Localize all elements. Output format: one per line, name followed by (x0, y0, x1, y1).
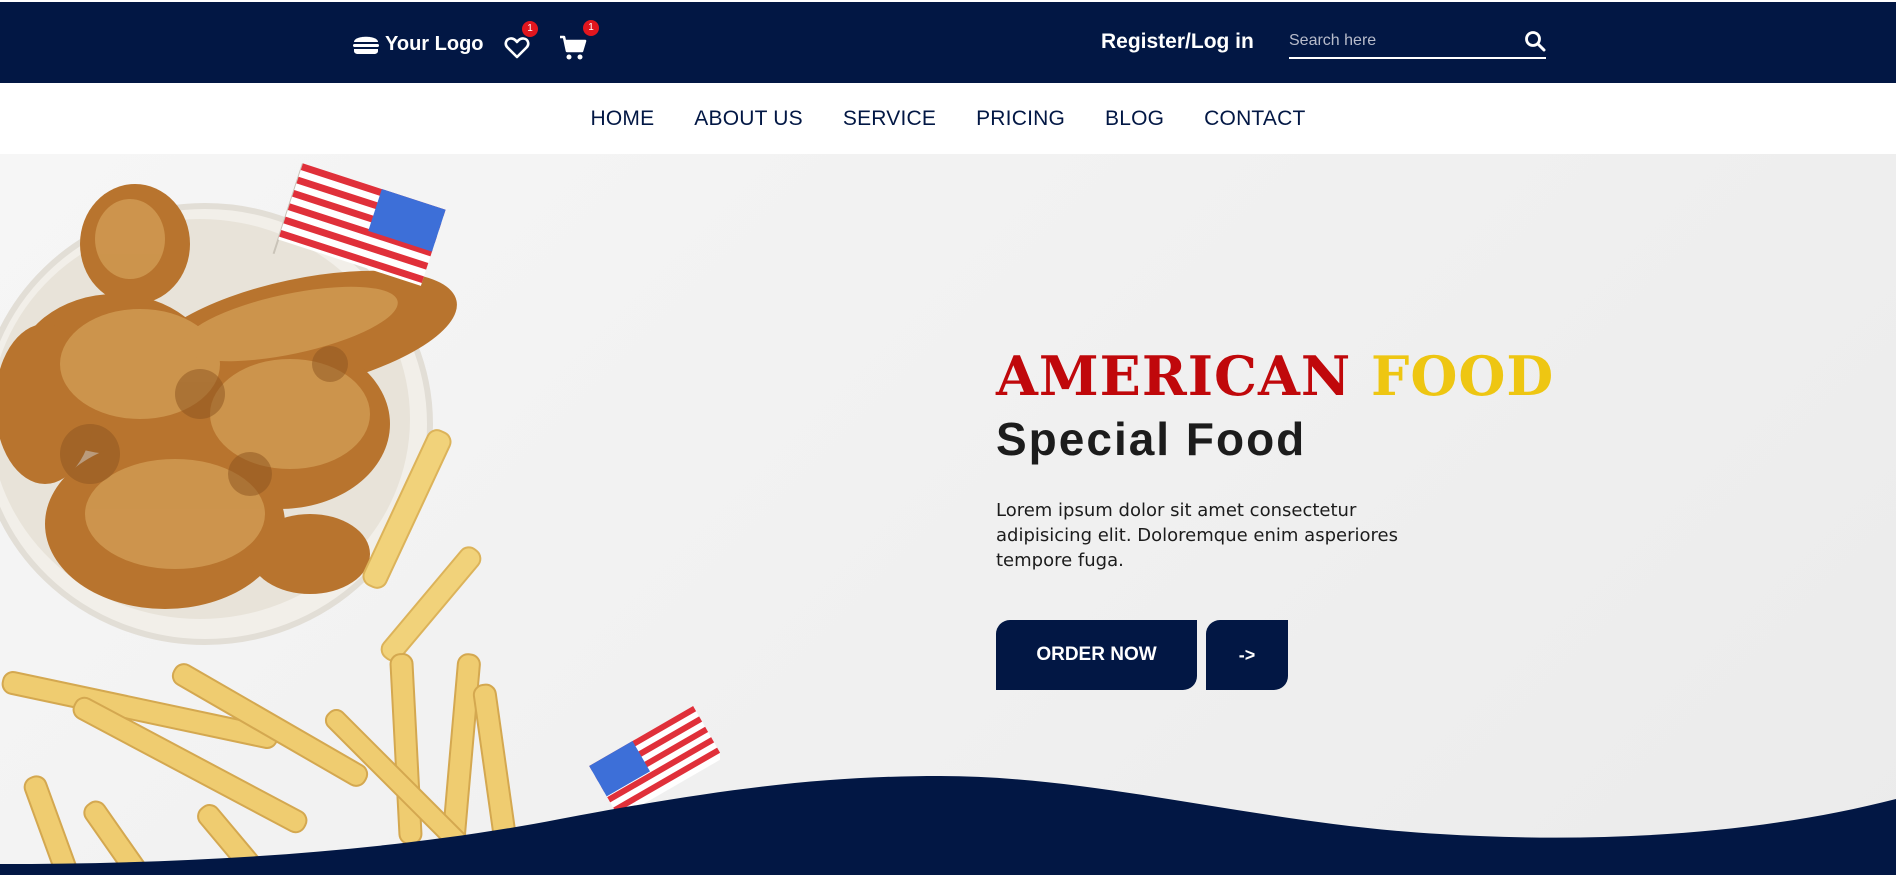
cart-button[interactable]: 1 (559, 20, 599, 66)
next-arrow-button[interactable]: -> (1206, 620, 1288, 690)
top-bar: Your Logo 1 1 Register/Log in (0, 0, 1896, 83)
search-input[interactable] (1289, 27, 1509, 54)
cart-count-badge: 1 (583, 20, 599, 36)
hero-section: AMERICAN FOOD Special Food Lorem ipsum d… (0, 154, 1896, 875)
logo-text: Your Logo (385, 32, 484, 55)
nav-item-contact[interactable]: CONTACT (1204, 107, 1305, 131)
wishlist-count-badge: 1 (522, 21, 538, 37)
nav-item-blog[interactable]: BLOG (1105, 107, 1164, 131)
heart-icon (504, 37, 530, 64)
hero-subheadline: Special Food (996, 413, 1307, 465)
nav-item-about-us[interactable]: ABOUT US (694, 107, 803, 131)
headline-food: FOOD (1371, 344, 1555, 408)
nav-item-service[interactable]: SERVICE (843, 107, 936, 131)
bottom-wave (0, 776, 1896, 875)
wishlist-button[interactable]: 1 (504, 21, 538, 65)
main-nav: HOME ABOUT US SERVICE PRICING BLOG CONTA… (0, 83, 1896, 154)
hero-description: Lorem ipsum dolor sit amet consectetur a… (996, 500, 1398, 571)
logo[interactable]: Your Logo (352, 32, 484, 56)
hero-headline: AMERICAN FOOD (996, 344, 1554, 408)
nav-item-home[interactable]: HOME (590, 107, 654, 131)
order-now-button[interactable]: ORDER NOW (996, 620, 1197, 690)
nav-item-pricing[interactable]: PRICING (976, 107, 1065, 131)
cart-icon (559, 35, 587, 65)
register-login-link[interactable]: Register/Log in (1101, 30, 1254, 54)
burger-icon (352, 32, 380, 56)
search-bar (1289, 24, 1546, 59)
search-icon[interactable] (1524, 30, 1546, 57)
headline-american: AMERICAN (996, 344, 1352, 408)
